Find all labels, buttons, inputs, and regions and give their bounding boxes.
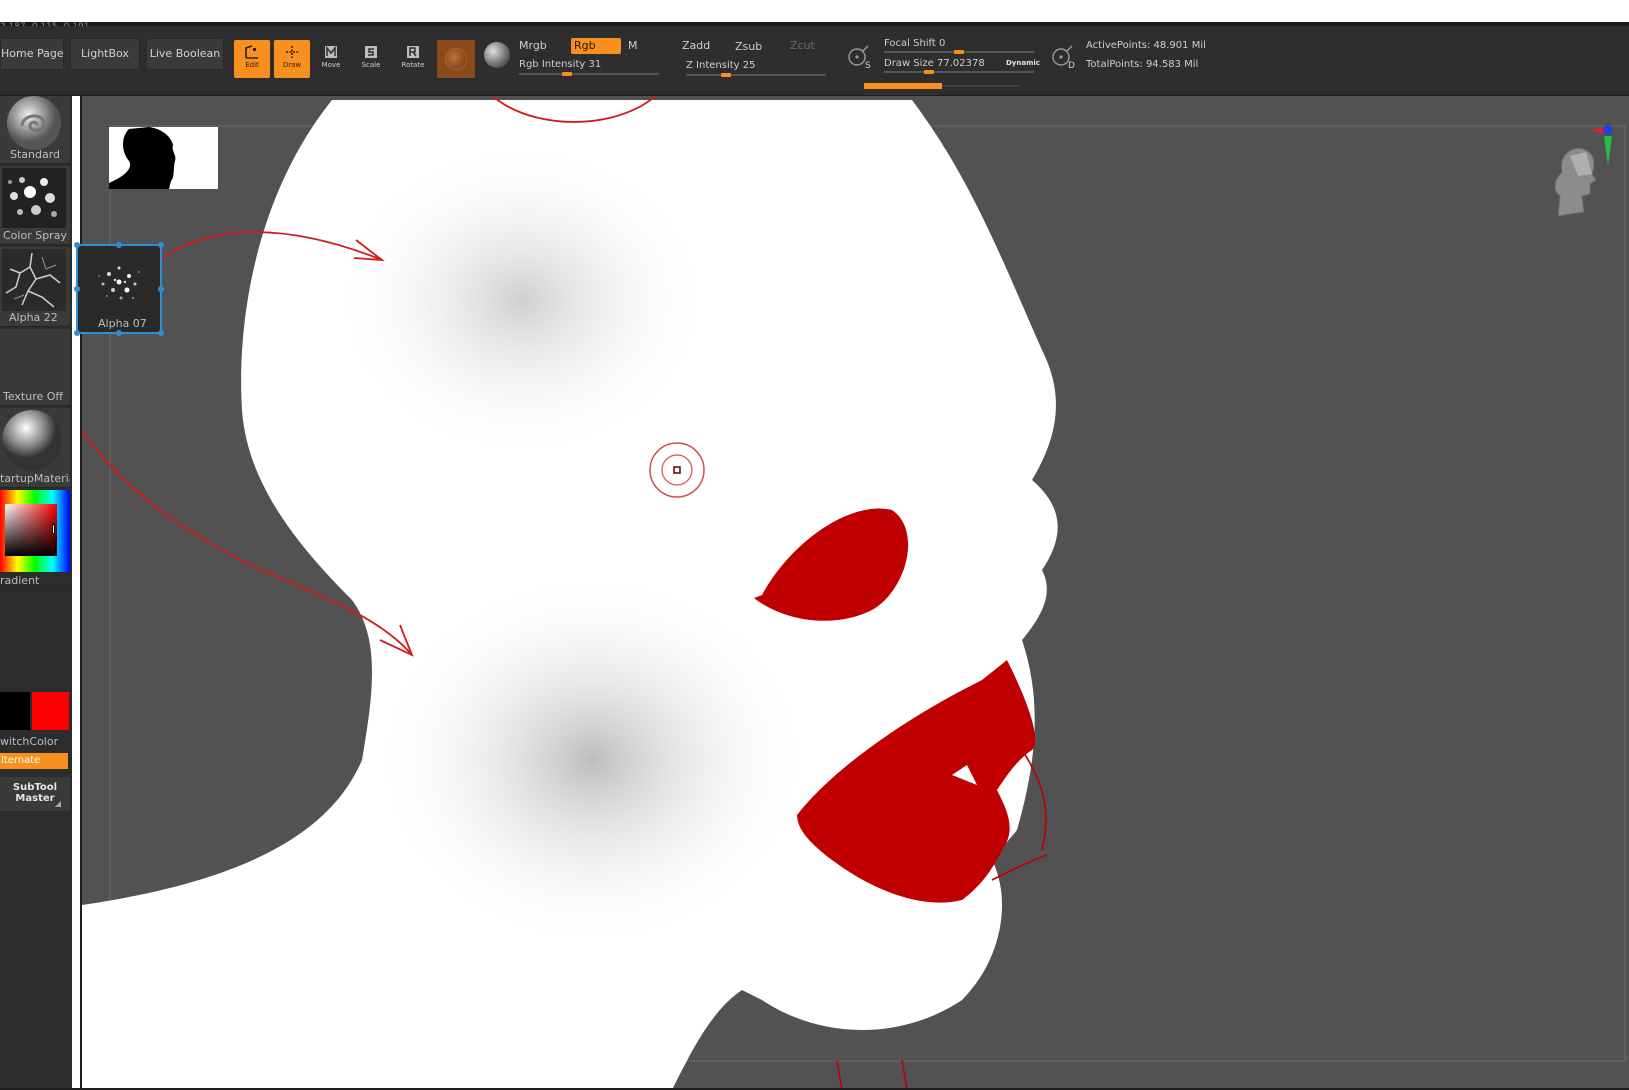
selection-handle[interactable] bbox=[74, 286, 80, 292]
material-button[interactable] bbox=[437, 40, 475, 78]
secondary-color-swatch[interactable] bbox=[32, 692, 69, 730]
alpha-07-icon bbox=[98, 266, 140, 300]
edit-label: Edit bbox=[245, 61, 259, 69]
startup-material-icon bbox=[2, 410, 62, 470]
alpha-22-icon bbox=[2, 249, 66, 311]
active-points: ActivePoints: 48.901 Mil bbox=[1086, 40, 1206, 51]
mrgb-toggle[interactable]: Mrgb bbox=[519, 39, 547, 53]
stroke-slot[interactable]: Color Spray bbox=[0, 166, 70, 245]
selection-handle[interactable] bbox=[116, 242, 122, 248]
selection-handle[interactable] bbox=[74, 242, 80, 248]
brush-label: Standard bbox=[10, 148, 61, 161]
z-intensity-label: Z Intensity 25 bbox=[686, 60, 756, 71]
focal-shift-knob[interactable] bbox=[954, 50, 964, 54]
draw-size-label: Draw Size 77.02378 bbox=[884, 58, 985, 69]
top-toolbar: Home Page LightBox Live Boolean Edit Dra… bbox=[0, 26, 1629, 96]
rgb-intensity-label: Rgb Intensity 31 bbox=[519, 59, 602, 70]
expand-corner-icon bbox=[55, 801, 61, 807]
z-intensity-knob[interactable] bbox=[721, 73, 731, 77]
lazy-mouse-d-icon[interactable]: D bbox=[1049, 42, 1077, 70]
alternate-toggle[interactable]: lternate bbox=[0, 753, 68, 769]
draw-label: Draw bbox=[282, 61, 302, 69]
document-canvas[interactable] bbox=[80, 96, 1629, 1090]
beard-shading bbox=[372, 570, 812, 950]
rgb-intensity-slider[interactable] bbox=[519, 73, 659, 75]
texture-label: Texture Off bbox=[3, 390, 64, 403]
title-strip bbox=[0, 0, 1629, 22]
draw-size-indicator bbox=[864, 83, 942, 89]
color-spray-icon bbox=[2, 168, 66, 228]
focal-shift-label: Focal Shift 0 bbox=[884, 38, 946, 49]
z-axis-dot bbox=[1603, 125, 1612, 135]
draw-size-slider[interactable] bbox=[884, 71, 1034, 73]
home-page-button[interactable]: Home Page bbox=[0, 38, 64, 70]
live-boolean-button[interactable]: Live Boolean bbox=[146, 38, 224, 70]
s-icon-letter: S bbox=[865, 61, 871, 70]
selection-handle[interactable] bbox=[74, 330, 80, 336]
scalp-shading bbox=[332, 140, 712, 460]
material-label: tartupMaterial bbox=[0, 472, 70, 485]
color-picker[interactable]: radient bbox=[0, 490, 70, 590]
head-silhouette-thumbnail-icon bbox=[109, 127, 176, 189]
sphere-icon[interactable] bbox=[484, 42, 510, 68]
texture-slot[interactable]: Texture Off bbox=[0, 329, 70, 406]
zcut-toggle[interactable]: Zcut bbox=[790, 39, 815, 53]
switch-color-button[interactable]: witchColor bbox=[0, 736, 58, 748]
standard-brush-icon bbox=[7, 96, 61, 150]
scale-icon bbox=[365, 46, 377, 58]
subtool-master-line1: SubTool bbox=[12, 782, 58, 793]
lightbox-button[interactable]: LightBox bbox=[70, 38, 140, 70]
edit-icon bbox=[245, 45, 258, 59]
material-sphere-icon bbox=[445, 48, 467, 70]
alpha-label: Alpha 22 bbox=[9, 311, 58, 324]
gradient-label: radient bbox=[0, 574, 40, 587]
alpha-slot[interactable]: Alpha 22 bbox=[0, 247, 70, 327]
m-toggle[interactable]: M bbox=[628, 39, 638, 53]
color-cursor bbox=[52, 524, 55, 534]
alpha-07-selection[interactable]: Alpha 07 bbox=[74, 242, 164, 336]
stroke-label: Color Spray bbox=[3, 229, 67, 242]
edit-button[interactable]: Edit bbox=[234, 40, 270, 78]
rgb-intensity-knob[interactable] bbox=[562, 72, 573, 76]
z-intensity-slider[interactable] bbox=[686, 74, 826, 76]
left-shelf: Standard Color Spray Alpha 22 Texture Of… bbox=[0, 96, 72, 1090]
move-label: Move bbox=[321, 61, 341, 69]
brush-slot[interactable]: Standard bbox=[0, 96, 70, 164]
alpha-07-label: Alpha 07 bbox=[98, 317, 147, 330]
rotate-label: Rotate bbox=[401, 61, 425, 69]
main-color-swatch[interactable] bbox=[0, 692, 30, 730]
total-points: TotalPoints: 94.583 Mil bbox=[1086, 59, 1199, 70]
head-model-view[interactable] bbox=[82, 96, 1629, 1090]
zadd-toggle[interactable]: Zadd bbox=[682, 39, 710, 53]
lazy-mouse-s-icon[interactable]: S bbox=[845, 42, 873, 70]
material-slot[interactable]: tartupMaterial bbox=[0, 408, 70, 488]
selection-handle[interactable] bbox=[158, 330, 164, 336]
draw-icon bbox=[286, 46, 298, 58]
y-axis-arrow bbox=[1604, 136, 1612, 166]
draw-size-indicator-track bbox=[942, 85, 1020, 87]
draw-size-knob[interactable] bbox=[924, 70, 934, 74]
rgb-toggle[interactable]: Rgb bbox=[571, 38, 621, 54]
d-icon-letter: D bbox=[1068, 61, 1075, 70]
zbrush-window: 2.187,-0.115,-0.191 Home Page LightBox L… bbox=[0, 0, 1629, 1090]
selection-handle[interactable] bbox=[116, 330, 122, 336]
rotate-button[interactable]: Rotate bbox=[395, 40, 431, 78]
zsub-toggle[interactable]: Zsub bbox=[735, 40, 762, 54]
rotate-icon bbox=[407, 46, 419, 58]
saturation-square[interactable] bbox=[5, 504, 57, 556]
draw-button[interactable]: Draw bbox=[274, 40, 310, 78]
move-button[interactable]: Move bbox=[313, 40, 349, 78]
subtool-master-button[interactable]: SubTool Master bbox=[0, 777, 70, 811]
move-icon bbox=[325, 45, 337, 58]
selection-handle[interactable] bbox=[158, 242, 164, 248]
navigation-gizmo-head-icon[interactable] bbox=[1532, 122, 1612, 232]
selection-handle[interactable] bbox=[158, 286, 164, 292]
scale-label: Scale bbox=[361, 61, 381, 69]
scale-button[interactable]: Scale bbox=[353, 40, 389, 78]
viewport-thumbnail[interactable] bbox=[109, 127, 218, 189]
dynamic-toggle[interactable]: Dynamic bbox=[1006, 56, 1040, 70]
